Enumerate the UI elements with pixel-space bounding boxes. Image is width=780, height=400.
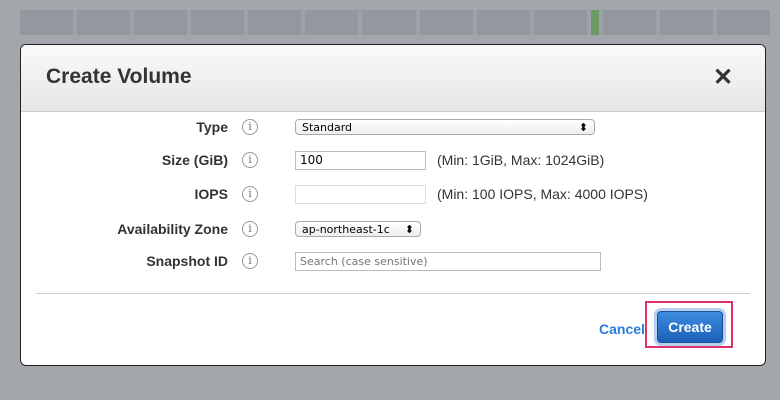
info-icon[interactable]: i [242, 253, 258, 269]
info-icon[interactable]: i [242, 119, 258, 135]
availability-zone-value: ap-northeast-1c [302, 222, 390, 236]
size-label: Size (GiB) [161, 152, 228, 168]
field-availability-zone: Availability Zone i ap-northeast-1c ⬍ [21, 218, 765, 240]
availability-zone-select[interactable]: ap-northeast-1c ⬍ [295, 221, 421, 237]
snapshot-id-input[interactable] [295, 251, 601, 271]
availability-zone-label: Availability Zone [117, 221, 228, 237]
field-size: Size (GiB) i (Min: 1GiB, Max: 1024GiB) [21, 149, 765, 171]
select-arrow-icon: ⬍ [404, 222, 414, 236]
field-iops: IOPS i (Min: 100 IOPS, Max: 4000 IOPS) [21, 183, 765, 205]
select-arrow-icon: ⬍ [578, 120, 588, 134]
iops-hint: (Min: 100 IOPS, Max: 4000 IOPS) [437, 186, 648, 202]
create-button[interactable]: Create [657, 311, 723, 343]
close-icon[interactable]: ✕ [713, 63, 733, 92]
snapshot-id-label: Snapshot ID [146, 253, 228, 269]
field-type: Type i Standard ⬍ [21, 116, 765, 138]
iops-input[interactable] [295, 184, 426, 204]
iops-label: IOPS [194, 186, 228, 202]
type-select[interactable]: Standard ⬍ [295, 119, 595, 135]
type-value: Standard [302, 120, 353, 134]
size-hint: (Min: 1GiB, Max: 1024GiB) [437, 152, 605, 168]
info-icon[interactable]: i [242, 186, 258, 202]
create-volume-dialog: Create Volume ✕ Type i Standard ⬍ Size (G… [20, 44, 766, 366]
info-icon[interactable]: i [242, 152, 258, 168]
field-snapshot-id: Snapshot ID i [21, 250, 765, 272]
cancel-button[interactable]: Cancel [599, 321, 645, 337]
info-icon[interactable]: i [242, 221, 258, 237]
dialog-title: Create Volume [46, 65, 192, 88]
divider [36, 293, 750, 294]
background-table-row [20, 10, 770, 35]
dialog-header: Create Volume ✕ [21, 45, 765, 112]
size-input[interactable] [295, 150, 426, 170]
type-label: Type [196, 119, 228, 135]
